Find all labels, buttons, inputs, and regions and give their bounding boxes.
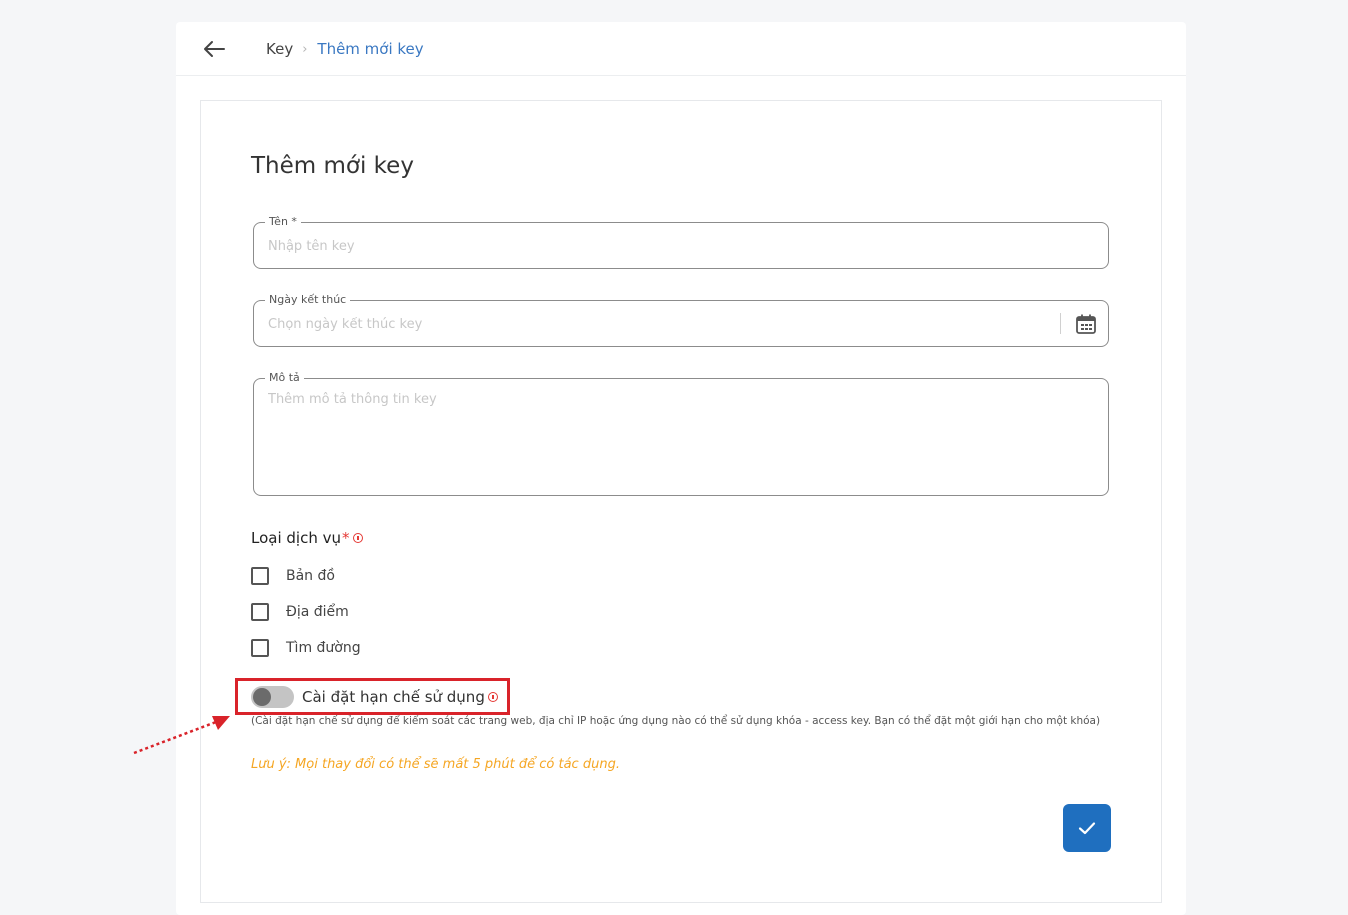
info-icon[interactable] [352,533,363,543]
checkbox-ban-do[interactable]: Bản đồ [251,567,335,585]
page-header: Key › Thêm mới key [176,22,1186,76]
annotation-arrow-icon [133,716,230,755]
breadcrumb-key-link[interactable]: Key [266,40,293,58]
checkbox-dia-diem[interactable]: Địa điểm [251,603,349,621]
checkbox-label: Địa điểm [286,604,349,620]
calendar-icon[interactable] [1075,313,1097,335]
checkbox-label: Bản đồ [286,568,335,584]
description-field-label: Mô tả [265,370,304,386]
form-container: Thêm mới key Tên * Ngày kết thúc [200,100,1162,903]
description-textarea[interactable] [268,392,1088,482]
breadcrumb: Key › Thêm mới key [266,40,424,58]
end-date-input[interactable] [268,314,1048,334]
end-date-field: Ngày kết thúc [253,292,1109,347]
check-icon [1078,822,1096,835]
checkbox-box[interactable] [251,639,269,657]
checkbox-label: Tìm đường [286,640,361,656]
name-field-label: Tên * [265,214,301,230]
page-title: Thêm mới key [251,153,414,179]
warning-note: Lưu ý: Mọi thay đổi có thể sẽ mất 5 phút… [251,757,620,772]
description-field: Mô tả [253,370,1109,496]
main-card: Key › Thêm mới key Thêm mới key Tên * Ng… [176,22,1186,915]
arrow-left-icon[interactable] [202,39,226,59]
breadcrumb-current: Thêm mới key [317,40,424,58]
name-input[interactable] [268,236,1088,256]
end-date-field-label: Ngày kết thúc [265,292,351,308]
checkbox-tim-duong[interactable]: Tìm đường [251,639,361,657]
checkbox-box[interactable] [251,603,269,621]
submit-button[interactable] [1063,804,1111,852]
name-field: Tên * [253,214,1109,269]
breadcrumb-separator: › [302,41,308,57]
service-type-heading: Loại dịch vụ * [251,529,363,547]
annotation-highlight-box [235,678,510,715]
usage-restriction-hint: (Cài đặt hạn chế sử dụng để kiểm soát cá… [251,715,1101,727]
checkbox-box[interactable] [251,567,269,585]
input-divider [1060,313,1061,334]
